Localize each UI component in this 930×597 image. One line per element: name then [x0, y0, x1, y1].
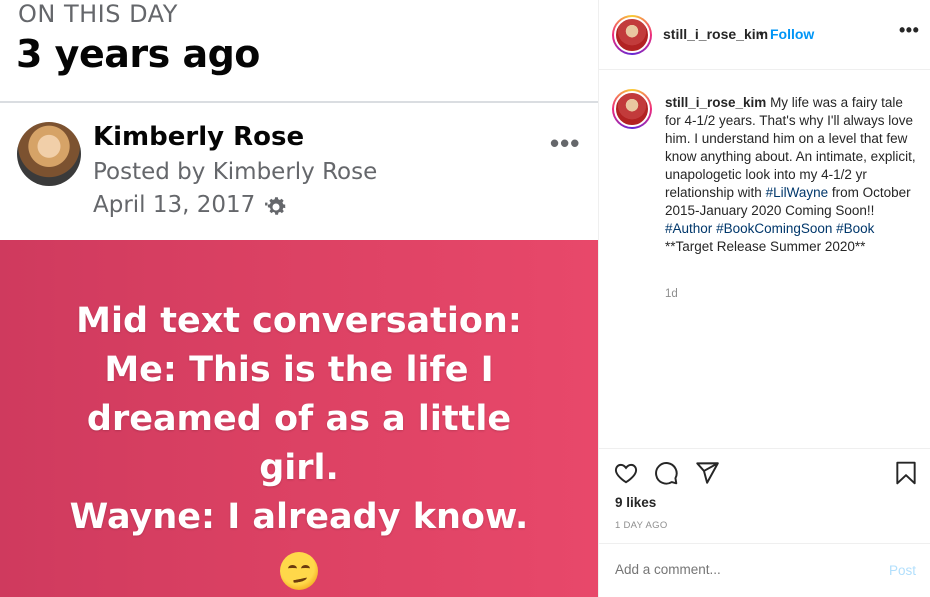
- more-options-icon[interactable]: •••: [899, 20, 919, 41]
- caption-timestamp: 1d: [665, 288, 678, 300]
- divider: [599, 448, 930, 449]
- hashtag-link[interactable]: #LilWayne: [766, 185, 829, 200]
- username-link[interactable]: still_i_rose_kim: [663, 26, 768, 42]
- author-name: Kimberly Rose: [93, 122, 305, 152]
- card-line: Me: This is the life I: [104, 350, 494, 390]
- share-icon[interactable]: [694, 460, 720, 486]
- divider: [599, 543, 930, 544]
- smirk-emoji-icon: [280, 552, 318, 590]
- card-line: dreamed of as a little: [86, 399, 512, 439]
- post-date: April 13, 2017 ·: [93, 192, 270, 218]
- hashtag-link[interactable]: #Author: [665, 221, 712, 236]
- avatar[interactable]: [612, 15, 652, 55]
- caption-avatar[interactable]: [612, 89, 652, 129]
- caption-text: My life was a fairy tale for 4-1/2 years…: [665, 95, 916, 254]
- avatar: [17, 122, 81, 186]
- bookmark-icon[interactable]: [893, 460, 919, 486]
- comment-input[interactable]: [615, 562, 865, 577]
- post-header: still_i_rose_kim • Follow •••: [599, 0, 930, 70]
- follow-button[interactable]: Follow: [770, 26, 814, 42]
- more-options-icon: •••: [550, 128, 581, 158]
- hashtag-link[interactable]: #Book: [836, 221, 874, 236]
- separator-dot: •: [759, 25, 764, 41]
- post-caption: still_i_rose_kim My life was a fairy tal…: [665, 94, 917, 256]
- card-line: girl.: [259, 448, 339, 488]
- gear-icon: [267, 197, 286, 215]
- post-image[interactable]: ON THIS DAY 3 years ago Kimberly Rose Po…: [0, 0, 598, 597]
- caption-username[interactable]: still_i_rose_kim: [665, 95, 766, 110]
- heart-icon[interactable]: [613, 460, 639, 486]
- comment-icon[interactable]: [653, 460, 679, 486]
- caption-segment: **Target Release Summer 2020**: [665, 239, 866, 254]
- post-timestamp: 1 DAY AGO: [615, 520, 668, 531]
- posted-by-text: Posted by Kimberly Rose: [93, 159, 378, 185]
- years-ago-heading: 3 years ago: [16, 32, 260, 76]
- post-comment-button[interactable]: Post: [889, 563, 916, 578]
- likes-count[interactable]: 9 likes: [615, 495, 656, 510]
- post-sidebar: still_i_rose_kim • Follow ••• still_i_ro…: [598, 0, 930, 597]
- hashtag-link[interactable]: #BookComingSoon: [716, 221, 832, 236]
- divider: [0, 101, 598, 103]
- card-line: Wayne: I already know.: [69, 497, 529, 537]
- on-this-day-label: ON THIS DAY: [18, 0, 178, 28]
- card-line: Mid text conversation:: [76, 301, 522, 341]
